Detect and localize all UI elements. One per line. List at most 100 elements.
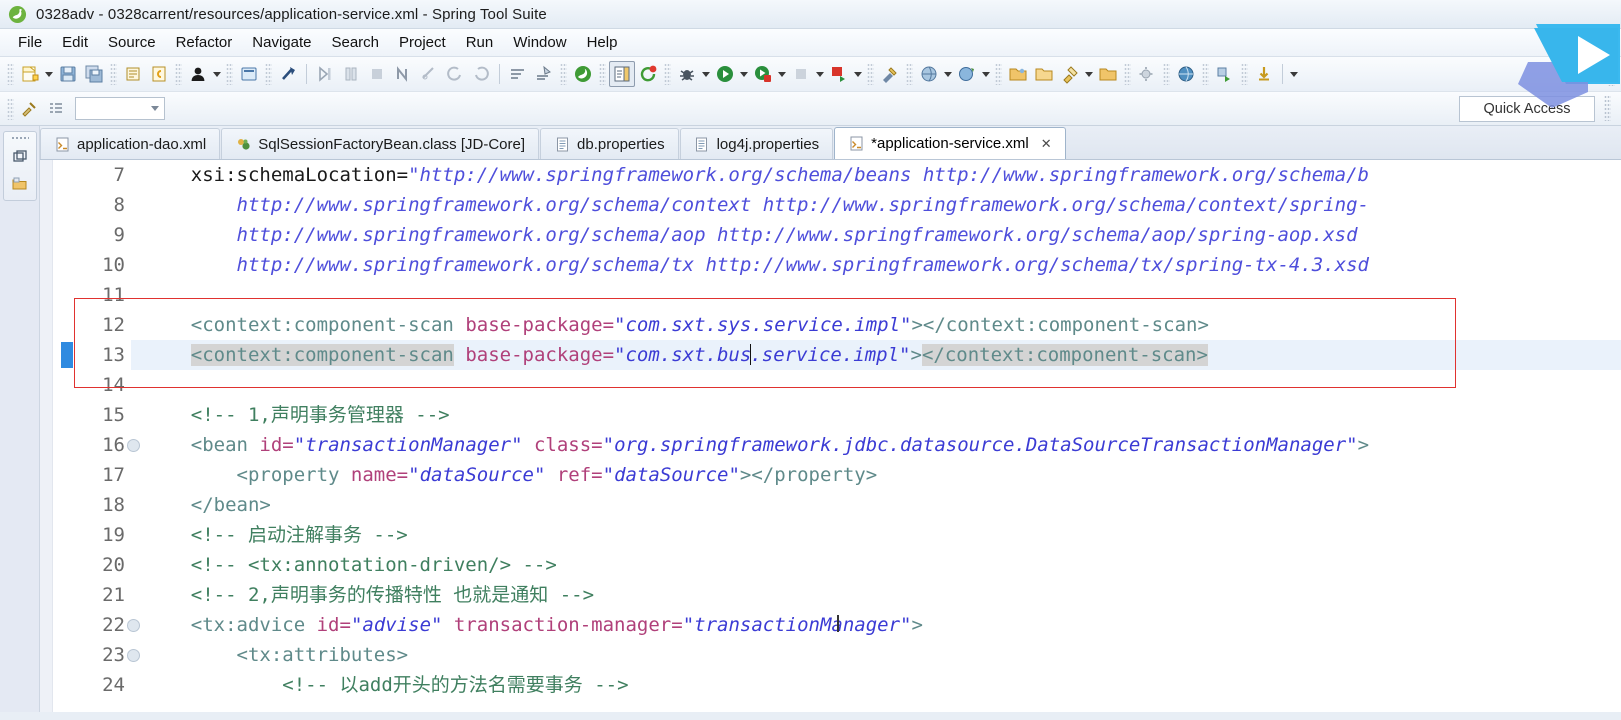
code-line[interactable]: <!-- <tx:annotation-driven/> --> <box>131 550 1621 580</box>
stop-icon[interactable] <box>788 61 814 87</box>
perspective-combo[interactable] <box>75 97 165 120</box>
code-line[interactable]: </bean> <box>131 490 1621 520</box>
save-icon[interactable] <box>55 61 81 87</box>
toolbar-grip[interactable] <box>265 63 272 85</box>
tab-db-properties[interactable]: db.properties <box>540 128 679 159</box>
tab-application-dao-xml[interactable]: application-dao.xml <box>40 128 221 159</box>
new-wizard-dropdown-icon[interactable] <box>43 61 55 87</box>
stop-dropdown-icon[interactable] <box>814 61 826 87</box>
deploy-dropdown-icon[interactable] <box>852 61 864 87</box>
code-line[interactable]: <!-- 启动注解事务 --> <box>131 520 1621 550</box>
restore-view-icon[interactable] <box>10 147 30 167</box>
sort-icon[interactable] <box>505 61 531 87</box>
refresh-icon[interactable] <box>635 61 661 87</box>
properties-view-icon[interactable] <box>43 96 69 122</box>
toolbar-grip[interactable] <box>1124 63 1131 85</box>
tab-log4j-properties[interactable]: log4j.properties <box>679 128 834 159</box>
menu-navigate[interactable]: Navigate <box>242 32 321 53</box>
toolbar-grip[interactable] <box>906 63 913 85</box>
print-icon[interactable] <box>120 61 146 87</box>
code-line[interactable]: http://www.springframework.org/schema/co… <box>131 190 1621 220</box>
search-globe-icon[interactable] <box>954 61 980 87</box>
next-annotation-icon[interactable] <box>390 61 416 87</box>
search-dropdown-icon[interactable] <box>980 61 992 87</box>
code-line[interactable]: <!-- 1,声明事务管理器 --> <box>131 400 1621 430</box>
globe-icon[interactable] <box>1173 61 1199 87</box>
toolbar-grip[interactable] <box>995 63 1002 85</box>
tab-application-service-xml[interactable]: *application-service.xml ✕ <box>834 127 1066 159</box>
settings-icon[interactable] <box>1134 61 1160 87</box>
toolbar-grip[interactable] <box>175 63 182 85</box>
fast-view-grip[interactable] <box>10 136 29 140</box>
toolbar-grip[interactable] <box>560 63 567 85</box>
quick-access-grip[interactable] <box>1604 95 1611 121</box>
menu-file[interactable]: File <box>8 32 52 53</box>
undo-history-icon[interactable] <box>146 61 172 87</box>
code-line[interactable]: <context:component-scan base-package="co… <box>131 310 1621 340</box>
terminate-icon[interactable] <box>364 61 390 87</box>
editor-annotation-ruler[interactable] <box>40 160 53 712</box>
toolbar-grip[interactable] <box>226 63 233 85</box>
menu-refactor[interactable]: Refactor <box>166 32 243 53</box>
menu-edit[interactable]: Edit <box>52 32 98 53</box>
code-line[interactable]: <tx:attributes> <box>131 640 1621 670</box>
deploy-icon[interactable] <box>826 61 852 87</box>
menu-project[interactable]: Project <box>389 32 456 53</box>
code-line[interactable]: <property name="dataSource" ref="dataSou… <box>131 460 1621 490</box>
bean-config-icon[interactable] <box>609 61 635 87</box>
link-break-icon[interactable] <box>275 61 301 87</box>
open-folder-icon[interactable] <box>1005 61 1031 87</box>
toolbar-end-grip[interactable] <box>1608 60 1615 86</box>
quick-access-field[interactable]: Quick Access <box>1459 96 1595 122</box>
run-server-icon[interactable] <box>750 61 776 87</box>
debug-icon[interactable] <box>674 61 700 87</box>
run-dropdown-icon[interactable] <box>738 61 750 87</box>
step-over-icon[interactable] <box>338 61 364 87</box>
code-content[interactable]: xsi:schemaLocation="http://www.springfra… <box>131 160 1621 712</box>
code-line[interactable]: http://www.springframework.org/schema/ao… <box>131 220 1621 250</box>
code-line[interactable]: <context:component-scan base-package="co… <box>131 340 1621 370</box>
debug-dropdown-icon[interactable] <box>700 61 712 87</box>
new-wizard-icon[interactable] <box>17 61 43 87</box>
close-icon[interactable]: ✕ <box>1041 136 1052 152</box>
code-line[interactable]: <!-- 以add开头的方法名需要事务 --> <box>131 670 1621 700</box>
menu-source[interactable]: Source <box>98 32 166 53</box>
rocket-icon[interactable] <box>1057 61 1083 87</box>
toolbar-grip[interactable] <box>599 63 606 85</box>
menu-run[interactable]: Run <box>456 32 504 53</box>
run-icon[interactable] <box>712 61 738 87</box>
toolbar-grip[interactable] <box>1163 63 1170 85</box>
menu-search[interactable]: Search <box>321 32 389 53</box>
perspective-icon[interactable] <box>1212 61 1238 87</box>
toolbar-grip[interactable] <box>664 63 671 85</box>
user-icon[interactable] <box>185 61 211 87</box>
code-line[interactable]: <!-- 2,声明事务的传播特性 也就是通知 --> <box>131 580 1621 610</box>
open-resource-icon[interactable] <box>1095 61 1121 87</box>
forward-icon[interactable] <box>468 61 494 87</box>
code-line[interactable] <box>131 280 1621 310</box>
menu-window[interactable]: Window <box>503 32 576 53</box>
package-explorer-icon[interactable] <box>916 61 942 87</box>
toolbar-grip[interactable] <box>1202 63 1209 85</box>
package-explorer-fastview-icon[interactable] <box>10 174 30 194</box>
step-into-icon[interactable] <box>312 61 338 87</box>
toolbar-overflow-icon[interactable] <box>1288 61 1300 87</box>
back-icon[interactable] <box>442 61 468 87</box>
rocket-dropdown-icon[interactable] <box>1083 61 1095 87</box>
build-icon[interactable] <box>877 61 903 87</box>
code-line[interactable]: xsi:schemaLocation="http://www.springfra… <box>131 160 1621 190</box>
tab-sqlsessionfactorybean-class[interactable]: SqlSessionFactoryBean.class [JD-Core] <box>221 128 540 159</box>
code-line[interactable]: <tx:advice id="advise" transaction-manag… <box>131 610 1621 640</box>
toolbar-grip[interactable] <box>7 97 14 120</box>
code-line[interactable]: http://www.springframework.org/schema/tx… <box>131 250 1621 280</box>
external-tools-icon[interactable] <box>17 96 43 122</box>
download-icon[interactable] <box>1251 61 1277 87</box>
user-dropdown-icon[interactable] <box>211 61 223 87</box>
code-line[interactable]: <bean id="transactionManager" class="org… <box>131 430 1621 460</box>
previous-edit-icon[interactable] <box>416 61 442 87</box>
toolbar-grip[interactable] <box>110 63 117 85</box>
menu-help[interactable]: Help <box>577 32 628 53</box>
run-server-dropdown-icon[interactable] <box>776 61 788 87</box>
code-line[interactable] <box>131 370 1621 400</box>
source-editor[interactable]: 7 8 9 10 11 12 13 14 15 16 17 18 19 20 21 22 23 24 xsi:sc… <box>40 160 1621 712</box>
